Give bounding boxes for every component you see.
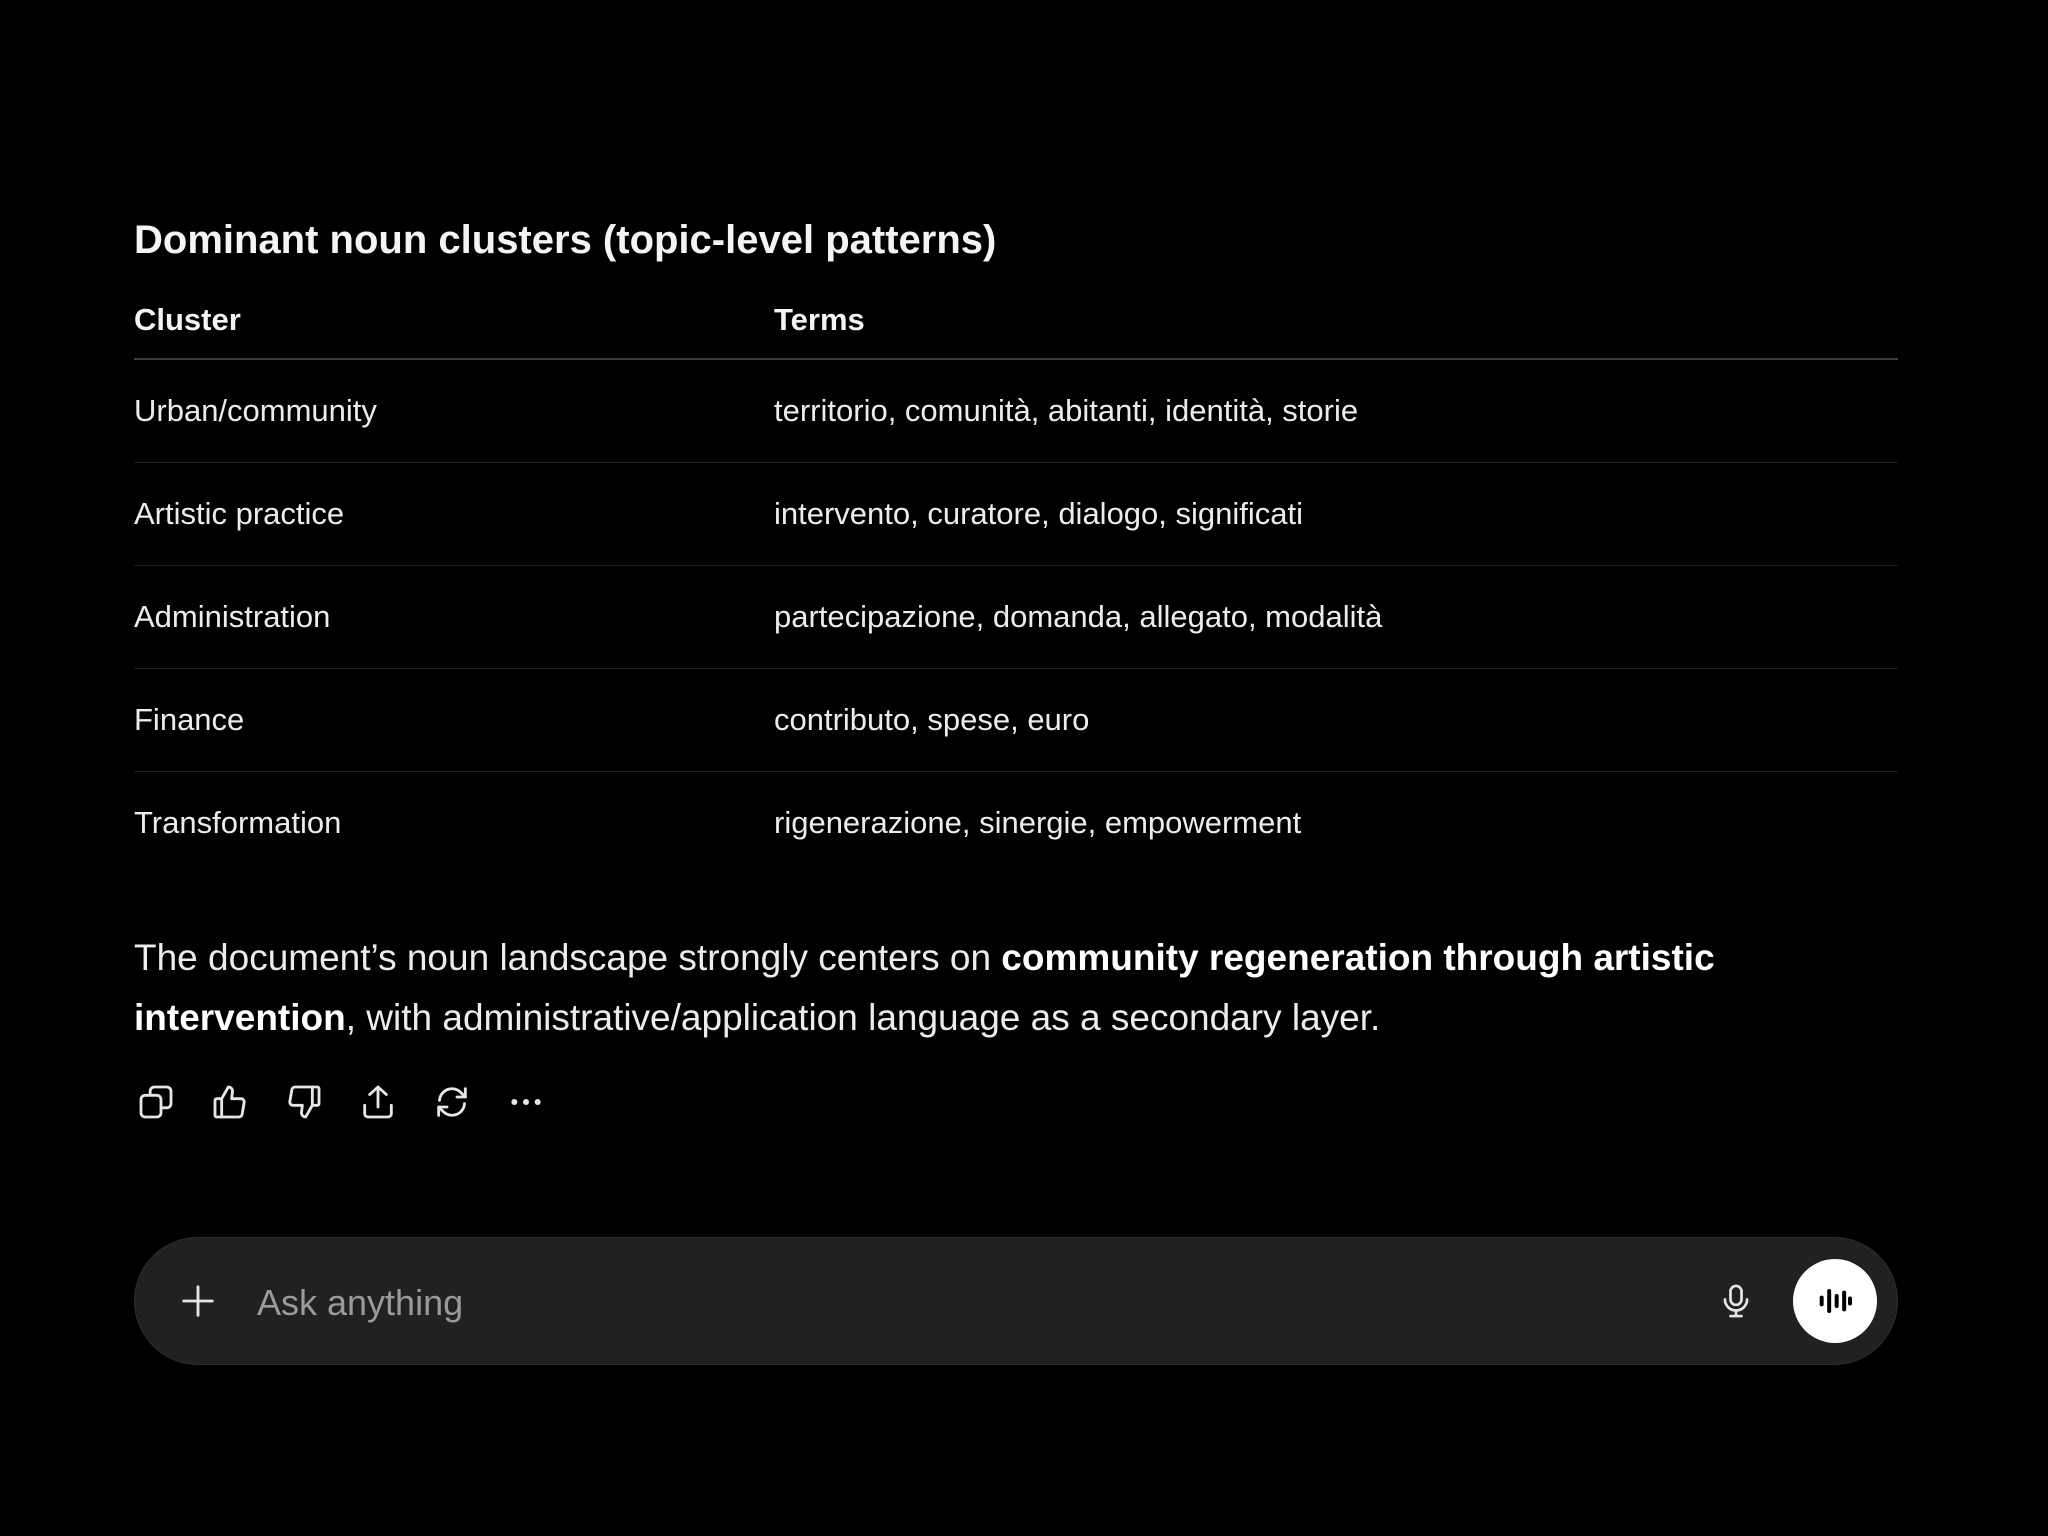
refresh-icon (437, 1087, 467, 1117)
more-options-button[interactable] (504, 1080, 548, 1124)
column-header-terms: Terms (774, 302, 865, 337)
message-actions (134, 1080, 548, 1124)
summary-paragraph: The document’s noun landscape strongly c… (134, 928, 1898, 1048)
terms-cell: partecipazione, domanda, allegato, modal… (774, 599, 1383, 634)
table-row: Artistic practice intervento, curatore, … (134, 463, 1898, 566)
table-row: Urban/community territorio, comunità, ab… (134, 360, 1898, 463)
terms-cell: territorio, comunità, abitanti, identità… (774, 393, 1359, 428)
terms-cell: intervento, curatore, dialogo, significa… (774, 496, 1304, 531)
composer (134, 1237, 1898, 1365)
voice-mode-button[interactable] (1793, 1259, 1877, 1343)
cluster-cell: Urban/community (134, 393, 377, 428)
table-row: Transformation rigenerazione, sinergie, … (134, 772, 1898, 874)
ask-input[interactable] (255, 1272, 1509, 1334)
add-attachment-button[interactable] (173, 1276, 223, 1326)
thumbs-down-icon (288, 1085, 321, 1119)
microphone-icon (1723, 1284, 1749, 1318)
thumbs-down-button[interactable] (282, 1080, 326, 1124)
plus-icon (182, 1285, 214, 1317)
cluster-cell: Finance (134, 702, 245, 737)
table-row: Administration partecipazione, domanda, … (134, 566, 1898, 669)
copy-icon (139, 1085, 173, 1119)
table-header-row: Cluster Terms (134, 290, 1898, 360)
column-header-cluster: Cluster (134, 302, 241, 337)
terms-cell: contributo, spese, euro (774, 702, 1090, 737)
more-icon (511, 1099, 541, 1105)
cluster-cell: Administration (134, 599, 331, 634)
cluster-cell: Transformation (134, 805, 342, 840)
voice-mode-icon (1819, 1289, 1852, 1313)
table-row: Finance contributo, spese, euro (134, 669, 1898, 772)
copy-button[interactable] (134, 1080, 178, 1124)
thumbs-up-icon (213, 1085, 246, 1119)
share-icon (363, 1085, 393, 1119)
regenerate-button[interactable] (430, 1080, 474, 1124)
thumbs-up-button[interactable] (208, 1080, 252, 1124)
section-heading: Dominant noun clusters (topic-level patt… (134, 218, 997, 262)
cluster-cell: Artistic practice (134, 496, 345, 531)
summary-text-start: The document’s noun landscape strongly c… (134, 937, 1002, 978)
summary-text-end: , with administrative/application langua… (345, 997, 1381, 1038)
dictate-button[interactable] (1711, 1276, 1761, 1326)
share-button[interactable] (356, 1080, 400, 1124)
clusters-table: Cluster Terms Urban/community territorio… (134, 290, 1898, 874)
terms-cell: rigenerazione, sinergie, empowerment (774, 805, 1302, 840)
